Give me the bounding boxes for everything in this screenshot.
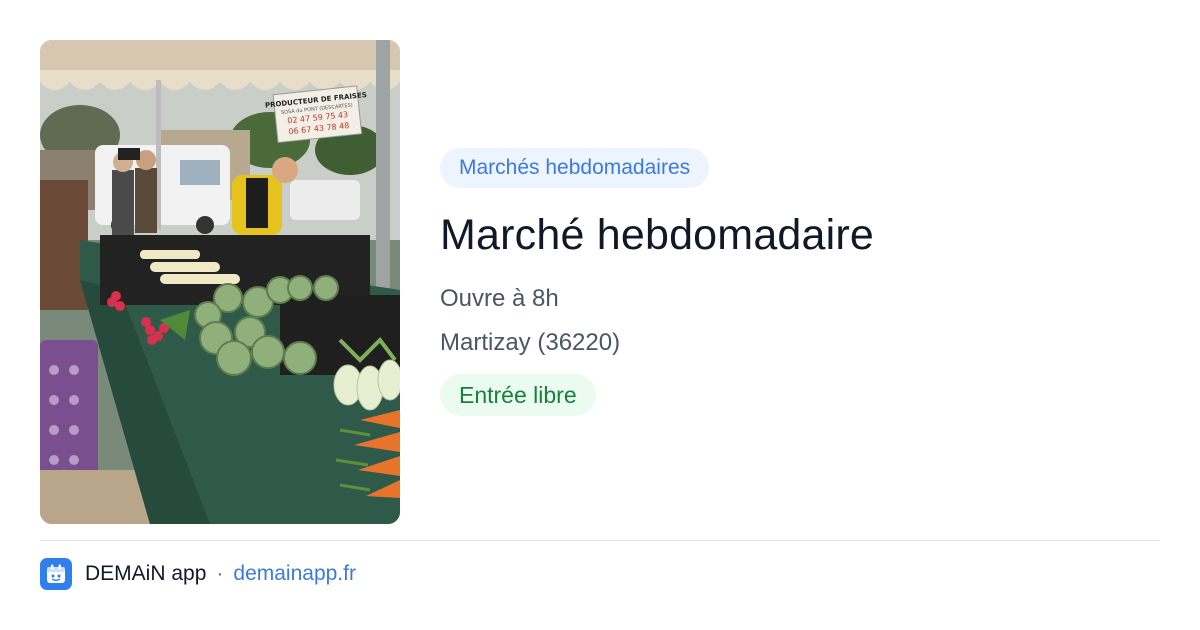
event-card: PRODUCTEUR DE FRAISES SOSA du PONT (DESC… <box>0 0 1200 630</box>
event-info: Marchés hebdomadaires Marché hebdomadair… <box>440 148 1160 416</box>
price-badge: Entrée libre <box>440 374 596 416</box>
event-title: Marché hebdomadaire <box>440 211 875 259</box>
footer: DEMAiN app · demainapp.fr <box>40 558 356 590</box>
event-location: Martizay (36220) <box>440 329 621 356</box>
market-stall-image: PRODUCTEUR DE FRAISES SOSA du PONT (DESC… <box>40 40 400 524</box>
footer-divider <box>40 540 1160 541</box>
event-hours: Ouvre à 8h <box>440 285 559 312</box>
app-name: DEMAiN app <box>85 562 207 585</box>
app-url-link[interactable]: demainapp.fr <box>233 562 356 586</box>
footer-separator: · <box>216 562 224 585</box>
category-tag[interactable]: Marchés hebdomadaires <box>440 148 710 188</box>
market-photo: PRODUCTEUR DE FRAISES SOSA du PONT (DESC… <box>40 40 400 524</box>
demain-logo-icon <box>40 558 72 590</box>
